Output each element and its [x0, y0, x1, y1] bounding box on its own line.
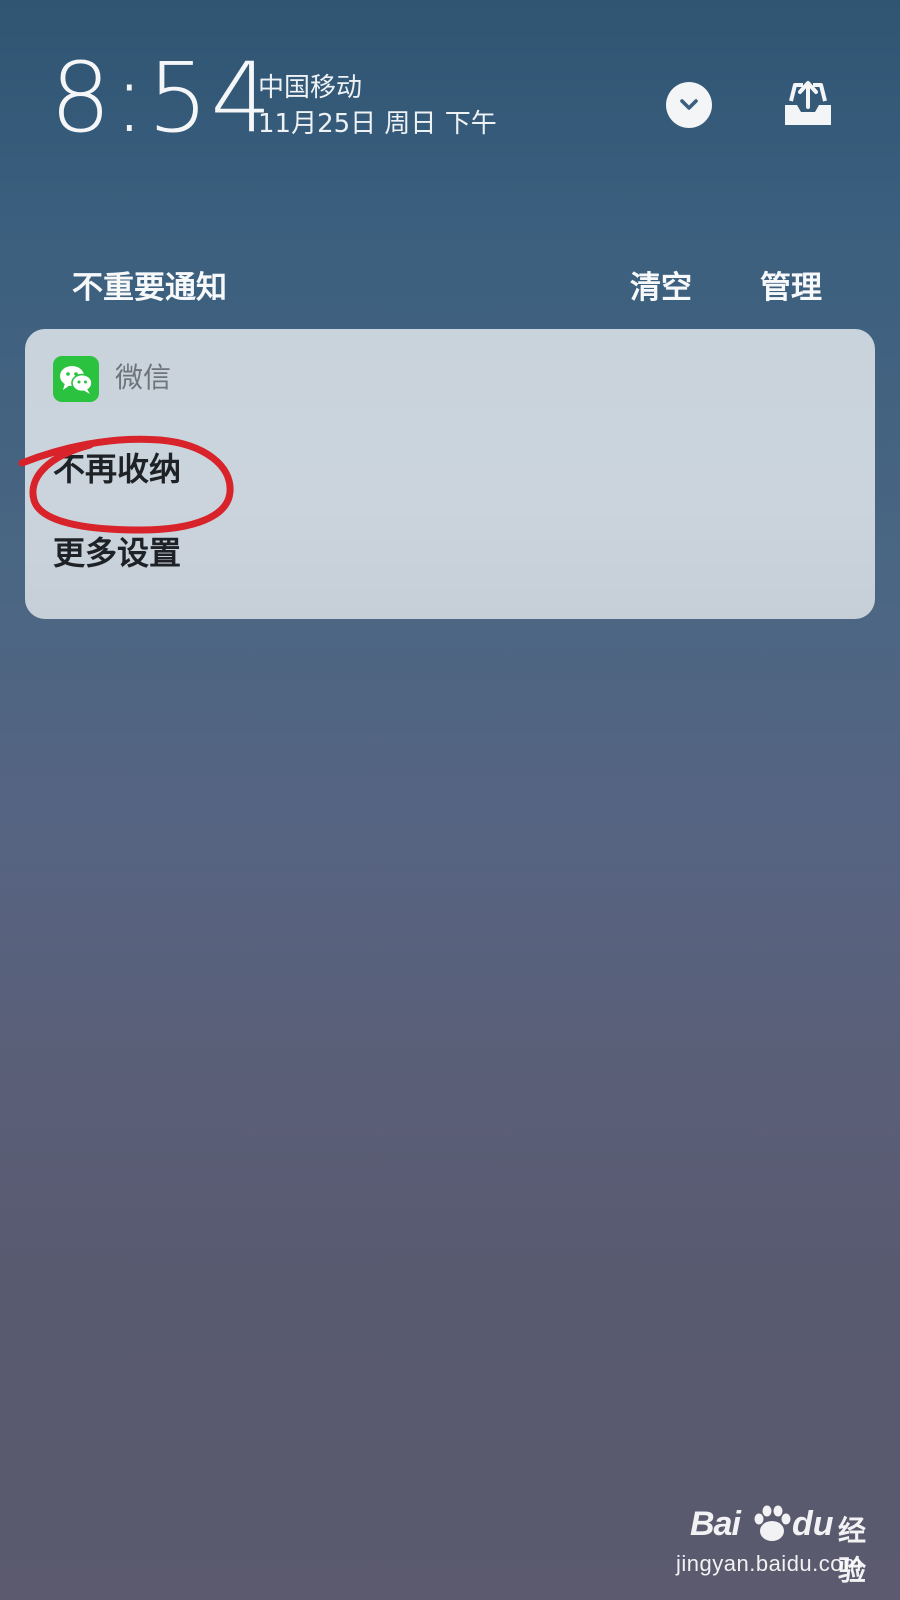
section-header: 不重要通知 清空 管理: [0, 250, 900, 310]
red-annotation-circle: [18, 435, 234, 534]
carrier-name: 中国移动: [258, 73, 363, 103]
paw-icon: [754, 1505, 791, 1541]
baidu-jingyan-watermark: Bai du 经验 jingyan.baidu.com: [676, 1505, 880, 1587]
more-settings-option[interactable]: 更多设置: [53, 533, 181, 573]
collapse-button[interactable]: [666, 82, 712, 128]
clock: 8:54: [50, 42, 274, 154]
app-name: 微信: [115, 361, 172, 394]
watermark-logo-tail: du: [792, 1505, 834, 1543]
watermark-suffix: 经验: [838, 1514, 867, 1587]
tray-upload-icon: [785, 81, 831, 125]
share-button[interactable]: [780, 76, 836, 132]
manage-button[interactable]: 管理: [760, 262, 822, 307]
chevron-down-icon: [680, 99, 698, 110]
stop-collapsing-option[interactable]: 不再收纳: [53, 449, 181, 489]
section-title: 不重要通知: [72, 270, 227, 306]
wechat-icon: [53, 356, 99, 402]
watermark-logo-text: Bai: [690, 1505, 741, 1543]
status-area: 8:54 中国移动 11月25日 周日 下午: [0, 0, 900, 170]
date-line: 11月25日 周日 下午: [258, 109, 497, 139]
clear-button[interactable]: 清空: [630, 262, 692, 307]
watermark-url: jingyan.baidu.com: [676, 1551, 862, 1576]
notification-card: 微信 不再收纳 更多设置: [25, 329, 875, 619]
